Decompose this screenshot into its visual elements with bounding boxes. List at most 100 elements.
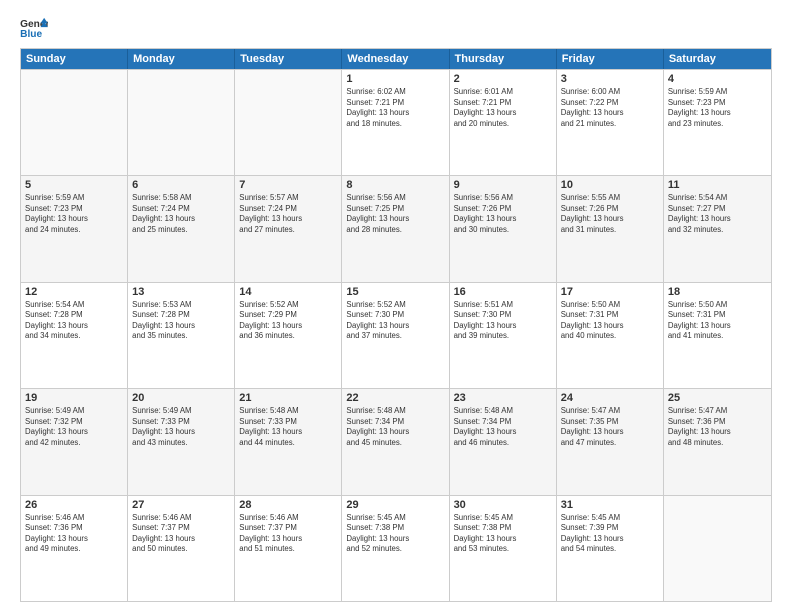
header-cell-thursday: Thursday <box>450 49 557 69</box>
day-info: Sunrise: 5:46 AM Sunset: 7:37 PM Dayligh… <box>132 513 230 555</box>
day-info: Sunrise: 5:53 AM Sunset: 7:28 PM Dayligh… <box>132 300 230 342</box>
day-info: Sunrise: 5:50 AM Sunset: 7:31 PM Dayligh… <box>668 300 767 342</box>
day-cell-11: 11 Sunrise: 5:54 AM Sunset: 7:27 PM Dayli… <box>664 176 771 281</box>
calendar-row-0: 1 Sunrise: 6:02 AM Sunset: 7:21 PM Daylig… <box>21 69 771 175</box>
day-number: 16 <box>454 286 552 298</box>
day-info: Sunrise: 5:48 AM Sunset: 7:34 PM Dayligh… <box>346 406 444 448</box>
day-info: Sunrise: 5:52 AM Sunset: 7:30 PM Dayligh… <box>346 300 444 342</box>
day-number: 23 <box>454 392 552 404</box>
day-number: 29 <box>346 499 444 511</box>
day-info: Sunrise: 6:01 AM Sunset: 7:21 PM Dayligh… <box>454 87 552 129</box>
day-info: Sunrise: 5:56 AM Sunset: 7:25 PM Dayligh… <box>346 193 444 235</box>
day-number: 13 <box>132 286 230 298</box>
day-info: Sunrise: 6:00 AM Sunset: 7:22 PM Dayligh… <box>561 87 659 129</box>
day-info: Sunrise: 5:46 AM Sunset: 7:37 PM Dayligh… <box>239 513 337 555</box>
day-number: 3 <box>561 73 659 85</box>
calendar-row-1: 5 Sunrise: 5:59 AM Sunset: 7:23 PM Daylig… <box>21 175 771 281</box>
day-number: 11 <box>668 179 767 191</box>
day-info: Sunrise: 5:59 AM Sunset: 7:23 PM Dayligh… <box>25 193 123 235</box>
day-number: 28 <box>239 499 337 511</box>
header-cell-sunday: Sunday <box>21 49 128 69</box>
day-number: 2 <box>454 73 552 85</box>
day-number: 22 <box>346 392 444 404</box>
header-cell-wednesday: Wednesday <box>342 49 449 69</box>
day-cell-18: 18Sunrise: 5:50 AM Sunset: 7:31 PM Dayli… <box>664 283 771 388</box>
day-info: Sunrise: 5:55 AM Sunset: 7:26 PM Dayligh… <box>561 193 659 235</box>
day-cell-31: 31 Sunrise: 5:45 AM Sunset: 7:39 PM Dayli… <box>557 496 664 601</box>
day-cell-12: 12Sunrise: 5:54 AM Sunset: 7:28 PM Dayli… <box>21 283 128 388</box>
day-cell-22: 22 Sunrise: 5:48 AM Sunset: 7:34 PM Dayli… <box>342 389 449 494</box>
calendar-row-4: 26 Sunrise: 5:46 AM Sunset: 7:36 PM Dayli… <box>21 495 771 601</box>
day-info: Sunrise: 5:56 AM Sunset: 7:26 PM Dayligh… <box>454 193 552 235</box>
day-info: Sunrise: 5:51 AM Sunset: 7:30 PM Dayligh… <box>454 300 552 342</box>
day-info: Sunrise: 5:52 AM Sunset: 7:29 PM Dayligh… <box>239 300 337 342</box>
day-number: 6 <box>132 179 230 191</box>
day-cell-9: 9 Sunrise: 5:56 AM Sunset: 7:26 PM Daylig… <box>450 176 557 281</box>
day-cell-13: 13 Sunrise: 5:53 AM Sunset: 7:28 PM Dayli… <box>128 283 235 388</box>
day-cell-23: 23 Sunrise: 5:48 AM Sunset: 7:34 PM Dayli… <box>450 389 557 494</box>
day-number: 1 <box>346 73 444 85</box>
day-cell-30: 30 Sunrise: 5:45 AM Sunset: 7:38 PM Dayli… <box>450 496 557 601</box>
day-number: 21 <box>239 392 337 404</box>
day-info: Sunrise: 5:59 AM Sunset: 7:23 PM Dayligh… <box>668 87 767 129</box>
day-info: Sunrise: 5:54 AM Sunset: 7:27 PM Dayligh… <box>668 193 767 235</box>
day-number: 19 <box>25 392 123 404</box>
day-info: Sunrise: 5:45 AM Sunset: 7:38 PM Dayligh… <box>454 513 552 555</box>
day-number: 25 <box>668 392 767 404</box>
day-cell-4: 4Sunrise: 5:59 AM Sunset: 7:23 PM Daylig… <box>664 70 771 175</box>
day-number: 30 <box>454 499 552 511</box>
day-cell-7: 7 Sunrise: 5:57 AM Sunset: 7:24 PM Daylig… <box>235 176 342 281</box>
day-info: Sunrise: 5:58 AM Sunset: 7:24 PM Dayligh… <box>132 193 230 235</box>
day-info: Sunrise: 5:45 AM Sunset: 7:38 PM Dayligh… <box>346 513 444 555</box>
day-cell-17: 17 Sunrise: 5:50 AM Sunset: 7:31 PM Dayli… <box>557 283 664 388</box>
header: General Blue <box>20 16 772 40</box>
day-cell-8: 8 Sunrise: 5:56 AM Sunset: 7:25 PM Daylig… <box>342 176 449 281</box>
day-cell-20: 20Sunrise: 5:49 AM Sunset: 7:33 PM Dayli… <box>128 389 235 494</box>
day-cell-21: 21 Sunrise: 5:48 AM Sunset: 7:33 PM Dayli… <box>235 389 342 494</box>
day-cell-25: 25 Sunrise: 5:47 AM Sunset: 7:36 PM Dayli… <box>664 389 771 494</box>
day-number: 31 <box>561 499 659 511</box>
day-info: Sunrise: 5:48 AM Sunset: 7:34 PM Dayligh… <box>454 406 552 448</box>
day-cell-6: 6 Sunrise: 5:58 AM Sunset: 7:24 PM Daylig… <box>128 176 235 281</box>
day-cell-28: 28 Sunrise: 5:46 AM Sunset: 7:37 PM Dayli… <box>235 496 342 601</box>
day-cell-10: 10 Sunrise: 5:55 AM Sunset: 7:26 PM Dayli… <box>557 176 664 281</box>
calendar: SundayMondayTuesdayWednesdayThursdayFrid… <box>20 48 772 602</box>
day-cell-16: 16 Sunrise: 5:51 AM Sunset: 7:30 PM Dayli… <box>450 283 557 388</box>
day-number: 26 <box>25 499 123 511</box>
empty-cell <box>128 70 235 175</box>
day-cell-27: 27Sunrise: 5:46 AM Sunset: 7:37 PM Dayli… <box>128 496 235 601</box>
day-cell-29: 29 Sunrise: 5:45 AM Sunset: 7:38 PM Dayli… <box>342 496 449 601</box>
day-info: Sunrise: 5:48 AM Sunset: 7:33 PM Dayligh… <box>239 406 337 448</box>
day-info: Sunrise: 5:50 AM Sunset: 7:31 PM Dayligh… <box>561 300 659 342</box>
day-number: 24 <box>561 392 659 404</box>
day-info: Sunrise: 5:57 AM Sunset: 7:24 PM Dayligh… <box>239 193 337 235</box>
day-number: 5 <box>25 179 123 191</box>
day-cell-14: 14 Sunrise: 5:52 AM Sunset: 7:29 PM Dayli… <box>235 283 342 388</box>
day-cell-5: 5 Sunrise: 5:59 AM Sunset: 7:23 PM Daylig… <box>21 176 128 281</box>
day-cell-15: 15 Sunrise: 5:52 AM Sunset: 7:30 PM Dayli… <box>342 283 449 388</box>
day-info: Sunrise: 5:49 AM Sunset: 7:32 PM Dayligh… <box>25 406 123 448</box>
day-info: Sunrise: 6:02 AM Sunset: 7:21 PM Dayligh… <box>346 87 444 129</box>
day-info: Sunrise: 5:47 AM Sunset: 7:36 PM Dayligh… <box>668 406 767 448</box>
day-number: 10 <box>561 179 659 191</box>
day-cell-24: 24 Sunrise: 5:47 AM Sunset: 7:35 PM Dayli… <box>557 389 664 494</box>
logo: General Blue <box>20 16 48 40</box>
day-cell-2: 2 Sunrise: 6:01 AM Sunset: 7:21 PM Daylig… <box>450 70 557 175</box>
day-number: 15 <box>346 286 444 298</box>
day-info: Sunrise: 5:46 AM Sunset: 7:36 PM Dayligh… <box>25 513 123 555</box>
day-number: 9 <box>454 179 552 191</box>
header-cell-tuesday: Tuesday <box>235 49 342 69</box>
day-number: 12 <box>25 286 123 298</box>
day-number: 14 <box>239 286 337 298</box>
day-info: Sunrise: 5:47 AM Sunset: 7:35 PM Dayligh… <box>561 406 659 448</box>
page: General Blue SundayMondayTuesdayWednesda… <box>0 0 792 612</box>
calendar-header: SundayMondayTuesdayWednesdayThursdayFrid… <box>21 49 771 69</box>
day-number: 7 <box>239 179 337 191</box>
day-number: 8 <box>346 179 444 191</box>
day-cell-1: 1 Sunrise: 6:02 AM Sunset: 7:21 PM Daylig… <box>342 70 449 175</box>
logo-icon: General Blue <box>20 16 48 40</box>
day-number: 17 <box>561 286 659 298</box>
day-info: Sunrise: 5:49 AM Sunset: 7:33 PM Dayligh… <box>132 406 230 448</box>
day-cell-26: 26 Sunrise: 5:46 AM Sunset: 7:36 PM Dayli… <box>21 496 128 601</box>
day-info: Sunrise: 5:45 AM Sunset: 7:39 PM Dayligh… <box>561 513 659 555</box>
